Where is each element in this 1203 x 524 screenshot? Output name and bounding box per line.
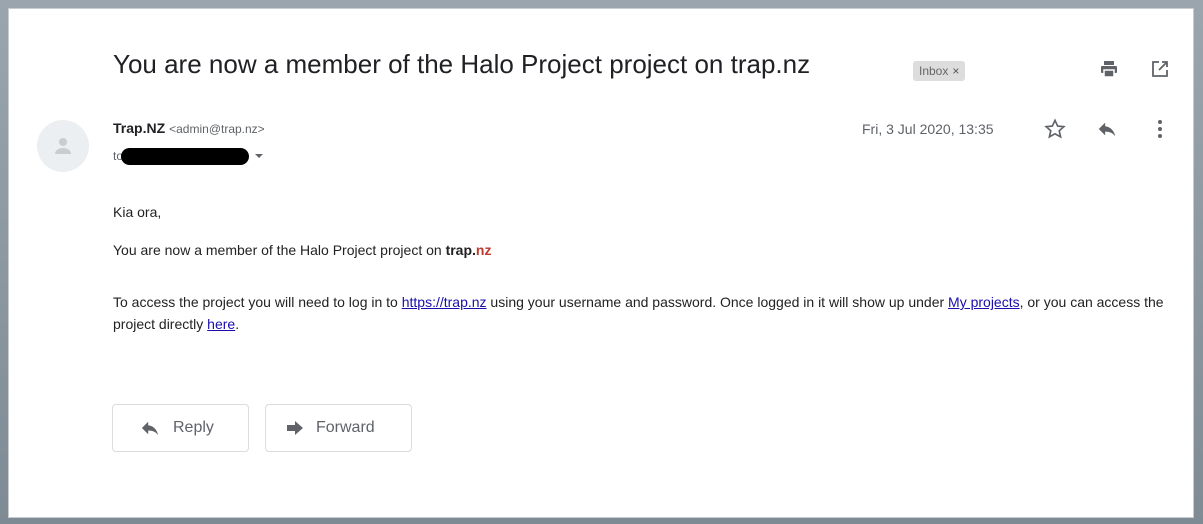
more-vert-icon[interactable] (1147, 116, 1173, 142)
reply-button-label: Reply (173, 419, 214, 436)
inbox-label-chip[interactable]: Inbox × (913, 61, 966, 81)
redacted-recipient (121, 147, 250, 165)
forward-icon (287, 421, 303, 435)
body-paragraph-1: You are now a member of the Halo Project… (113, 239, 491, 261)
star-icon[interactable] (1042, 116, 1068, 142)
reply-icon[interactable] (1094, 116, 1120, 142)
avatar (37, 120, 89, 172)
remove-label-icon[interactable]: × (952, 64, 959, 78)
forward-button-label: Forward (316, 419, 375, 436)
print-icon[interactable] (1097, 57, 1121, 81)
email-view: You are now a member of the Halo Project… (8, 8, 1194, 518)
body-greeting: Kia ora, (113, 204, 162, 220)
brand-nz: nz (475, 242, 492, 258)
brand-trap: trap. (445, 242, 476, 258)
open-in-new-window-icon[interactable] (1148, 57, 1172, 81)
email-subject: You are now a member of the Halo Project… (113, 49, 811, 79)
sender-email: <admin@trap.nz> (169, 122, 265, 136)
trap-site-link[interactable]: https://trap.nz (402, 294, 487, 310)
here-link[interactable]: here (207, 316, 235, 332)
reply-icon (141, 421, 159, 436)
sender-line: Trap.NZ <admin@trap.nz> (113, 120, 265, 136)
my-projects-link[interactable]: My projects (948, 294, 1020, 310)
sender-name[interactable]: Trap.NZ (113, 120, 165, 136)
email-date: Fri, 3 Jul 2020, 13:35 (862, 121, 994, 137)
forward-button[interactable]: Forward (265, 404, 412, 452)
body-line2-end: . (235, 316, 240, 332)
chevron-down-icon[interactable] (255, 153, 264, 159)
recipient-line: to (113, 146, 264, 166)
body-line1-text: You are now a member of the Halo Project… (113, 242, 446, 258)
body-line2-middle: using your username and password. Once l… (486, 294, 949, 310)
body-paragraph-2: To access the project you will need to l… (113, 291, 1173, 335)
body-line2-text: To access the project you will need to l… (113, 294, 402, 310)
reply-button[interactable]: Reply (112, 404, 249, 452)
label-text: Inbox (919, 64, 949, 78)
avatar-person-icon (55, 138, 71, 154)
